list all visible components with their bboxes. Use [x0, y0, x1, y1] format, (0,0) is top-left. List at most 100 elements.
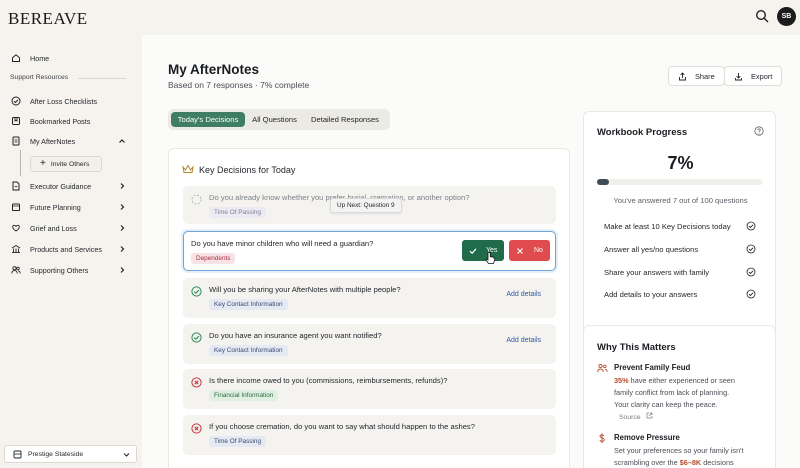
search-icon[interactable] [755, 9, 769, 23]
source-link[interactable]: Source [619, 412, 653, 421]
why-body-text: Set your preferences so your family isn'… [614, 446, 744, 455]
chevron-down-icon [123, 453, 130, 457]
dollar-icon [599, 433, 605, 444]
view-tabs: Today's Decisions All Questions Detailed… [168, 109, 390, 130]
page-title: My AfterNotes [168, 62, 260, 77]
page-subtitle: Based on 7 responses · 7% complete [168, 80, 310, 90]
sidebar-item-label: Products and Services [30, 244, 102, 254]
document-icon [11, 181, 21, 191]
add-details-link[interactable]: Add details [506, 337, 541, 344]
question-card[interactable]: If you choose cremation, do you want to … [183, 415, 556, 455]
sidebar-item-my-afternotes[interactable]: My AfterNotes [8, 132, 134, 150]
chevron-right-icon[interactable] [118, 245, 126, 253]
progress-goal: Answer all yes/no questions [604, 244, 756, 254]
progress-bar-fill [597, 179, 609, 185]
plus-icon: + [40, 158, 46, 169]
sidebar-item-label: Bookmarked Posts [30, 116, 91, 126]
question-text: Do you have minor children who will need… [191, 239, 374, 248]
sidebar-item-label: After Loss Checklists [30, 96, 98, 106]
pointer-cursor-icon [485, 252, 496, 264]
sidebar-item-label: Supporting Others [30, 265, 89, 275]
sidebar-item-bookmarked-posts[interactable]: Bookmarked Posts [8, 112, 134, 130]
chevron-right-icon[interactable] [118, 224, 126, 232]
chevron-right-icon[interactable] [118, 203, 126, 211]
question-text: Will you be sharing your AfterNotes with… [209, 285, 401, 294]
progress-goal-label: Make at least 10 Key Decisions today [604, 222, 731, 231]
why-body-text: have either experienced or seen [628, 376, 735, 385]
question-text: Is there income owed to you (commissions… [209, 376, 448, 385]
external-link-icon [647, 412, 653, 419]
why-item-title: Remove Pressure [614, 433, 680, 442]
why-body-text: decisions [701, 458, 734, 467]
sidebar-item-home[interactable]: Home [8, 49, 134, 67]
sidebar-item-label: Grief and Loss [30, 223, 77, 233]
download-icon [735, 72, 742, 80]
brand-logo[interactable]: BEREAVE [8, 9, 88, 29]
workbook-progress-card: Workbook Progress 7% You've answered 7 o… [583, 111, 776, 339]
add-details-link[interactable]: Add details [506, 291, 541, 298]
up-next-tooltip: Up Next: Question 9 [330, 198, 402, 213]
question-card[interactable]: Do you already know whether you prefer b… [183, 186, 556, 224]
question-card[interactable]: Will you be sharing your AfterNotes with… [183, 278, 556, 318]
key-decisions-title: Key Decisions for Today [199, 165, 296, 175]
why-item-body: Set your preferences so your family isn'… [614, 445, 769, 468]
submenu-guide-line [20, 150, 21, 176]
tab-all-questions[interactable]: All Questions [248, 112, 301, 127]
sidebar-item-label: Future Planning [30, 202, 81, 212]
sidebar-item-future-planning[interactable]: Future Planning [8, 198, 134, 216]
key-decisions-card: Key Decisions for Today Do you already k… [168, 148, 570, 468]
export-label: Export [751, 71, 773, 81]
share-button[interactable]: Share [668, 66, 725, 86]
help-icon[interactable] [754, 126, 764, 136]
chevron-up-icon[interactable] [118, 137, 126, 145]
share-label: Share [695, 71, 715, 81]
workbook-progress-title: Workbook Progress [597, 127, 688, 138]
sidebar-item-after-loss-checklists[interactable]: After Loss Checklists [8, 92, 134, 110]
question-category-tag: Financial Information [209, 390, 279, 401]
heart-hand-icon [11, 223, 21, 233]
question-card[interactable]: Do you have an insurance agent you want … [183, 324, 556, 364]
progress-goal: Share your answers with family [604, 267, 756, 277]
tab-detailed-responses[interactable]: Detailed Responses [305, 112, 385, 127]
crown-icon [182, 164, 194, 173]
question-card[interactable]: Is there income owed to you (commissions… [183, 369, 556, 409]
answered-no-icon [191, 423, 202, 434]
sidebar-item-supporting-others[interactable]: Supporting Others [8, 261, 134, 279]
sidebar-item-executor-guidance[interactable]: Executor Guidance [8, 177, 134, 195]
export-button[interactable]: Export [724, 66, 783, 86]
check-circle-icon [746, 289, 756, 299]
chevron-right-icon[interactable] [118, 266, 126, 274]
why-body-text: family conflict from lack of planning. [614, 388, 730, 397]
why-stat: $6–8K [679, 458, 702, 467]
sidebar-item-products-and-services[interactable]: Products and Services [8, 240, 134, 258]
sidebar-item-label: Home [30, 53, 50, 63]
organization-icon [13, 450, 22, 458]
main-content: My AfterNotes Based on 7 responses · 7% … [142, 35, 800, 468]
share-icon [679, 71, 686, 80]
home-icon [11, 53, 21, 63]
sidebar-item-label: My AfterNotes [30, 136, 76, 146]
progress-summary: You've answered 7 out of 100 questions [613, 196, 748, 205]
close-icon [517, 247, 523, 254]
progress-percent: 7% [667, 153, 694, 173]
no-label: No [534, 247, 543, 254]
question-text: Do you have an insurance agent you want … [209, 331, 382, 340]
user-avatar[interactable]: SB [777, 7, 796, 26]
tab-todays-decisions[interactable]: Today's Decisions [171, 112, 245, 127]
sidebar-item-label: Executor Guidance [30, 181, 92, 191]
yes-button[interactable]: Yes [462, 240, 504, 261]
question-category-tag: Dependents [191, 253, 236, 264]
question-card-current[interactable]: Do you have minor children who will need… [183, 231, 556, 271]
why-body-text: Your clarity can keep the peace. [614, 400, 718, 409]
why-this-matters-card: Why This Matters Prevent Family Feud 35%… [583, 325, 776, 468]
organization-switcher[interactable]: Prestige Stateside [4, 445, 137, 463]
building-icon [11, 244, 21, 254]
top-bar: BEREAVE SB [0, 0, 800, 35]
check-icon [469, 247, 477, 254]
no-button[interactable]: No [509, 240, 550, 261]
progress-goal-label: Add details to your answers [604, 290, 698, 299]
invite-others-button[interactable]: + Invite Others [30, 156, 102, 172]
sidebar-item-grief-and-loss[interactable]: Grief and Loss [8, 219, 134, 237]
why-item-body: 35% have either experienced or seen fami… [614, 375, 769, 411]
chevron-right-icon[interactable] [118, 182, 126, 190]
